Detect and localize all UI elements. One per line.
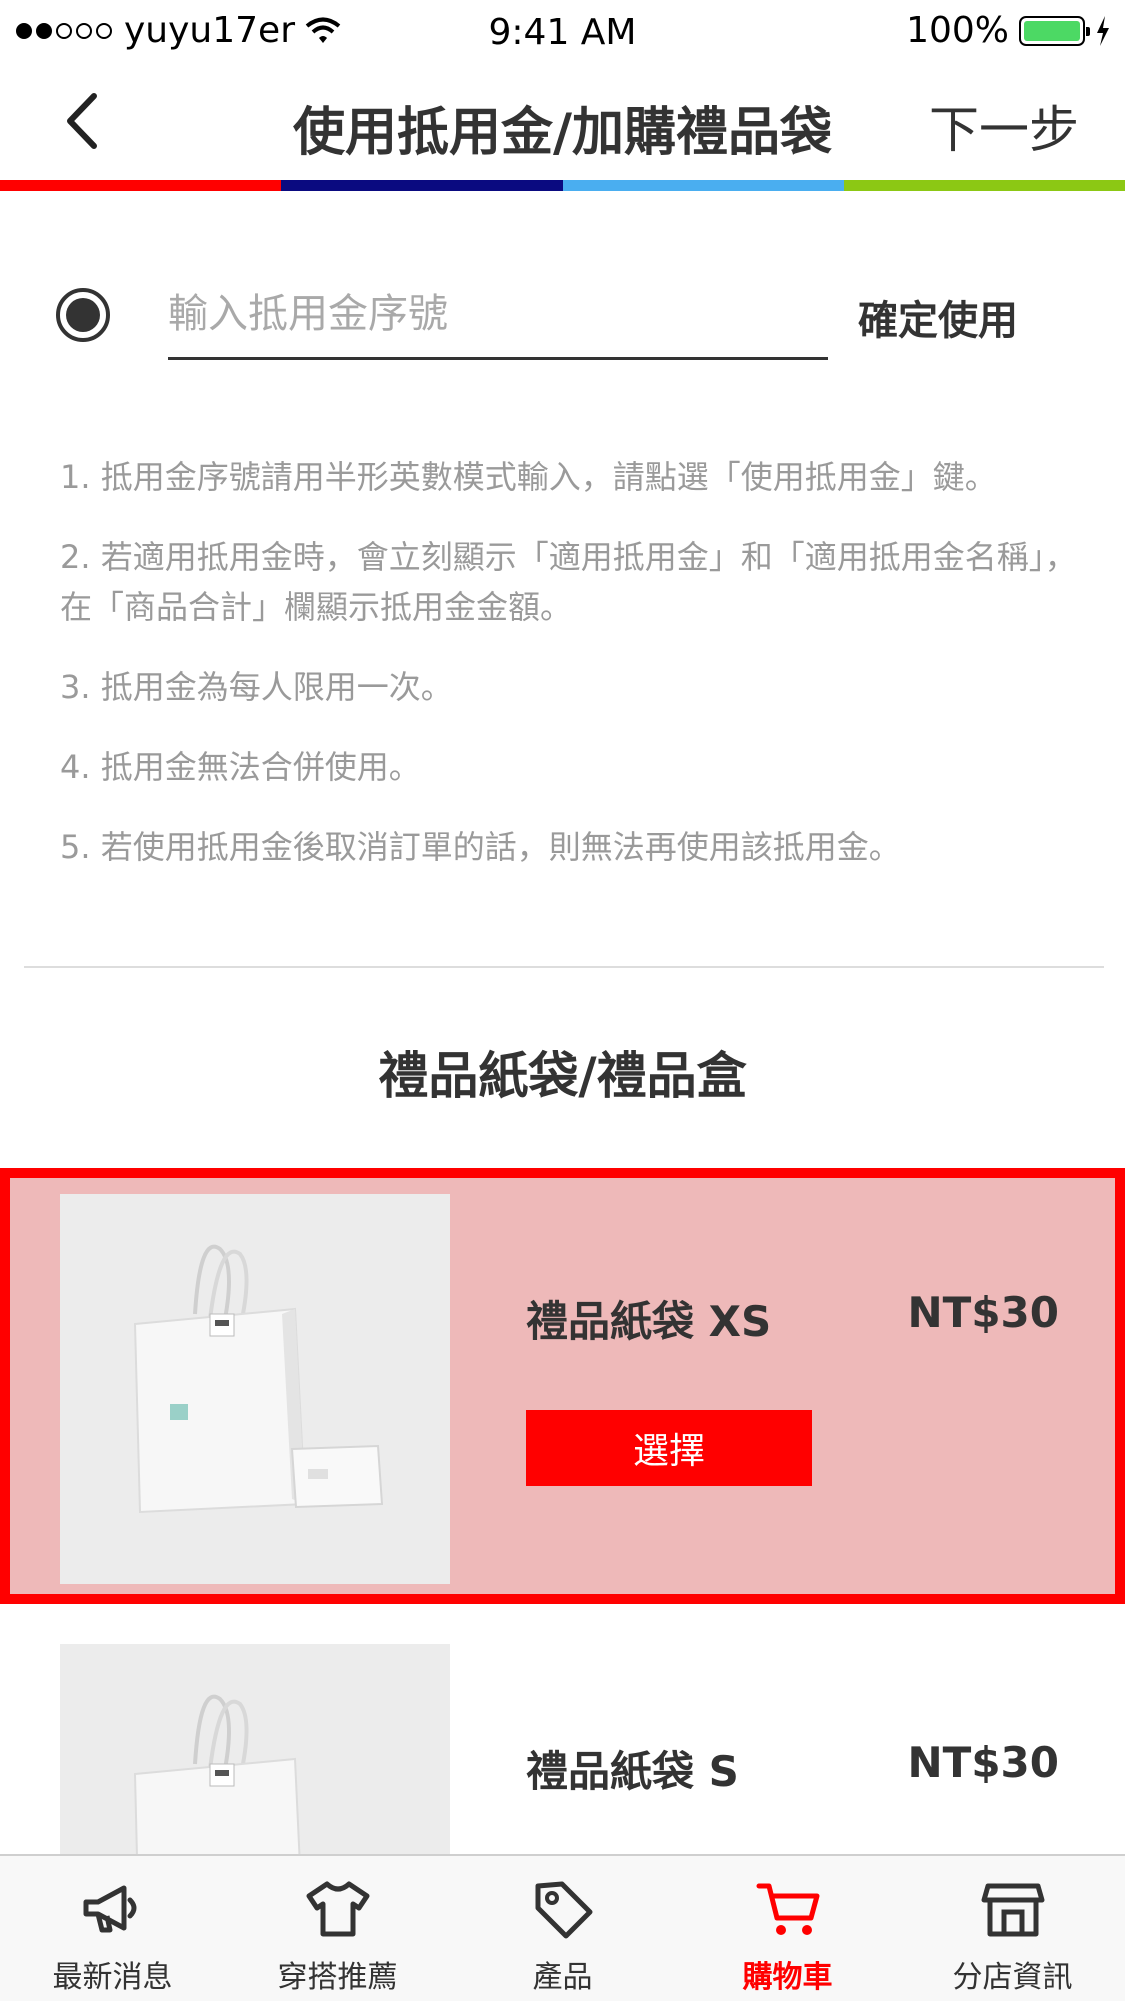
megaphone-icon: [83, 1885, 136, 1933]
store-icon: [981, 1883, 1044, 1937]
product-name: 禮品紙袋 S: [526, 1747, 739, 1796]
tshirt-icon: [306, 1881, 369, 1937]
tab-outfits[interactable]: 穿搭推薦: [225, 1856, 450, 2001]
note-item: 3. 抵用金為每人限用一次。: [60, 668, 453, 706]
status-bar: yuyu17er 9:41 AM 100%: [0, 0, 1125, 64]
bottom-tab-bar: 最新消息 穿搭推薦 產品 購物車 分店資訊: [0, 1854, 1125, 2001]
note-item: 4. 抵用金無法合併使用。: [60, 748, 421, 786]
section-title: 禮品紙袋/禮品盒: [378, 1047, 747, 1105]
note-item: 1. 抵用金序號請用半形英數模式輸入，請點選「使用抵用金」鍵。: [60, 458, 997, 496]
coupon-radio-button[interactable]: [56, 288, 110, 342]
next-step-button[interactable]: 下一步: [929, 90, 1079, 162]
tag-icon: [535, 1881, 592, 1939]
checkout-progress-bar: [0, 180, 1125, 191]
product-row-gift-bag-xs[interactable]: 禮品紙袋 XS NT$30 選擇: [0, 1168, 1125, 1604]
charging-bolt-icon: [1097, 15, 1109, 46]
product-price: NT$30: [907, 1738, 1059, 1787]
battery-percentage: 100%: [906, 10, 1009, 51]
progress-segment-3: [562, 180, 844, 191]
cart-icon: [756, 1883, 819, 1935]
product-image: [60, 1194, 450, 1584]
product-price: NT$30: [907, 1288, 1059, 1337]
tab-label: 穿搭推薦: [277, 1960, 398, 1995]
battery-icon: [1019, 15, 1090, 46]
tab-label: 產品: [532, 1960, 593, 1995]
tab-cart[interactable]: 購物車: [675, 1856, 900, 2001]
note-item: 2. 若適用抵用金時，會立刻顯示「適用抵用金」和「適用抵用金名稱」，在「商品合計…: [60, 538, 1077, 626]
coupon-code-input[interactable]: [168, 270, 828, 360]
select-button[interactable]: 選擇: [526, 1410, 812, 1486]
tab-label: 分店資訊: [952, 1960, 1073, 1995]
coupon-input-row: 確定使用: [0, 270, 1125, 370]
tab-label: 購物車: [742, 1960, 833, 1995]
gift-bag-image: [60, 1194, 450, 1584]
tab-products[interactable]: 產品: [450, 1856, 675, 2001]
tab-news[interactable]: 最新消息: [0, 1856, 225, 2001]
tab-stores[interactable]: 分店資訊: [900, 1856, 1125, 2001]
coupon-notes: 1. 抵用金序號請用半形英數模式輸入，請點選「使用抵用金」鍵。 2. 若適用抵用…: [60, 452, 1100, 902]
section-divider: [24, 966, 1104, 968]
battery-info: 100%: [906, 10, 1111, 51]
note-item: 5. 若使用抵用金後取消訂單的話，則無法再使用該抵用金。: [60, 828, 901, 866]
product-name: 禮品紙袋 XS: [526, 1297, 772, 1346]
tab-label: 最新消息: [52, 1960, 173, 1995]
confirm-coupon-button[interactable]: 確定使用: [858, 288, 1018, 346]
progress-segment-4: [843, 180, 1125, 191]
progress-segment-1: [0, 180, 282, 191]
progress-segment-2: [281, 180, 563, 191]
navigation-bar: 使用抵用金/加購禮品袋 下一步: [0, 64, 1125, 180]
